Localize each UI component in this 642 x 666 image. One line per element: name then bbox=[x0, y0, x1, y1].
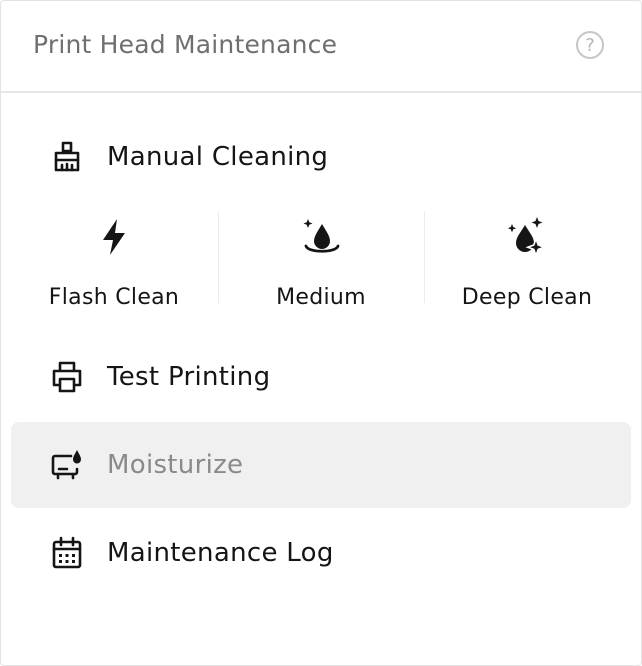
medium-clean-label: Medium bbox=[276, 285, 366, 310]
flash-clean-label: Flash Clean bbox=[48, 285, 180, 310]
help-button[interactable]: ? bbox=[576, 31, 604, 59]
menu-label-test-printing: Test Printing bbox=[107, 362, 271, 392]
water-drop-icon bbox=[303, 219, 340, 253]
calendar-icon bbox=[52, 536, 82, 569]
menu-item-maintenance-log[interactable]: Maintenance Log bbox=[11, 510, 631, 596]
printer-icon bbox=[52, 361, 82, 393]
menu-label-manual-cleaning: Manual Cleaning bbox=[107, 142, 329, 172]
print-head-maintenance-panel: Print Head Maintenance ? Manual Cleaning… bbox=[0, 0, 642, 666]
panel-header: Print Head Maintenance ? bbox=[1, 1, 641, 93]
brush-icon bbox=[54, 141, 80, 172]
medium-clean-option[interactable]: Medium bbox=[218, 201, 424, 321]
deep-clean-option[interactable]: Deep Clean bbox=[424, 201, 630, 321]
menu-item-moisturize[interactable]: Moisturize bbox=[11, 422, 631, 508]
page-title: Print Head Maintenance bbox=[33, 30, 338, 59]
menu-label-maintenance-log: Maintenance Log bbox=[107, 538, 334, 568]
deep-clean-label: Deep Clean bbox=[461, 285, 593, 310]
menu-label-moisturize: Moisturize bbox=[107, 450, 244, 480]
sparkle-drop-icon bbox=[507, 217, 547, 258]
flash-clean-option[interactable]: Flash Clean bbox=[11, 201, 217, 321]
cleaning-options: Flash Clean Medium Deep Clean bbox=[11, 201, 631, 331]
question-icon: ? bbox=[585, 35, 595, 56]
menu-item-test-printing[interactable]: Test Printing bbox=[11, 334, 631, 420]
lightning-icon bbox=[103, 219, 125, 255]
moisturize-icon bbox=[51, 450, 81, 480]
menu-item-manual-cleaning[interactable]: Manual Cleaning bbox=[11, 114, 631, 200]
